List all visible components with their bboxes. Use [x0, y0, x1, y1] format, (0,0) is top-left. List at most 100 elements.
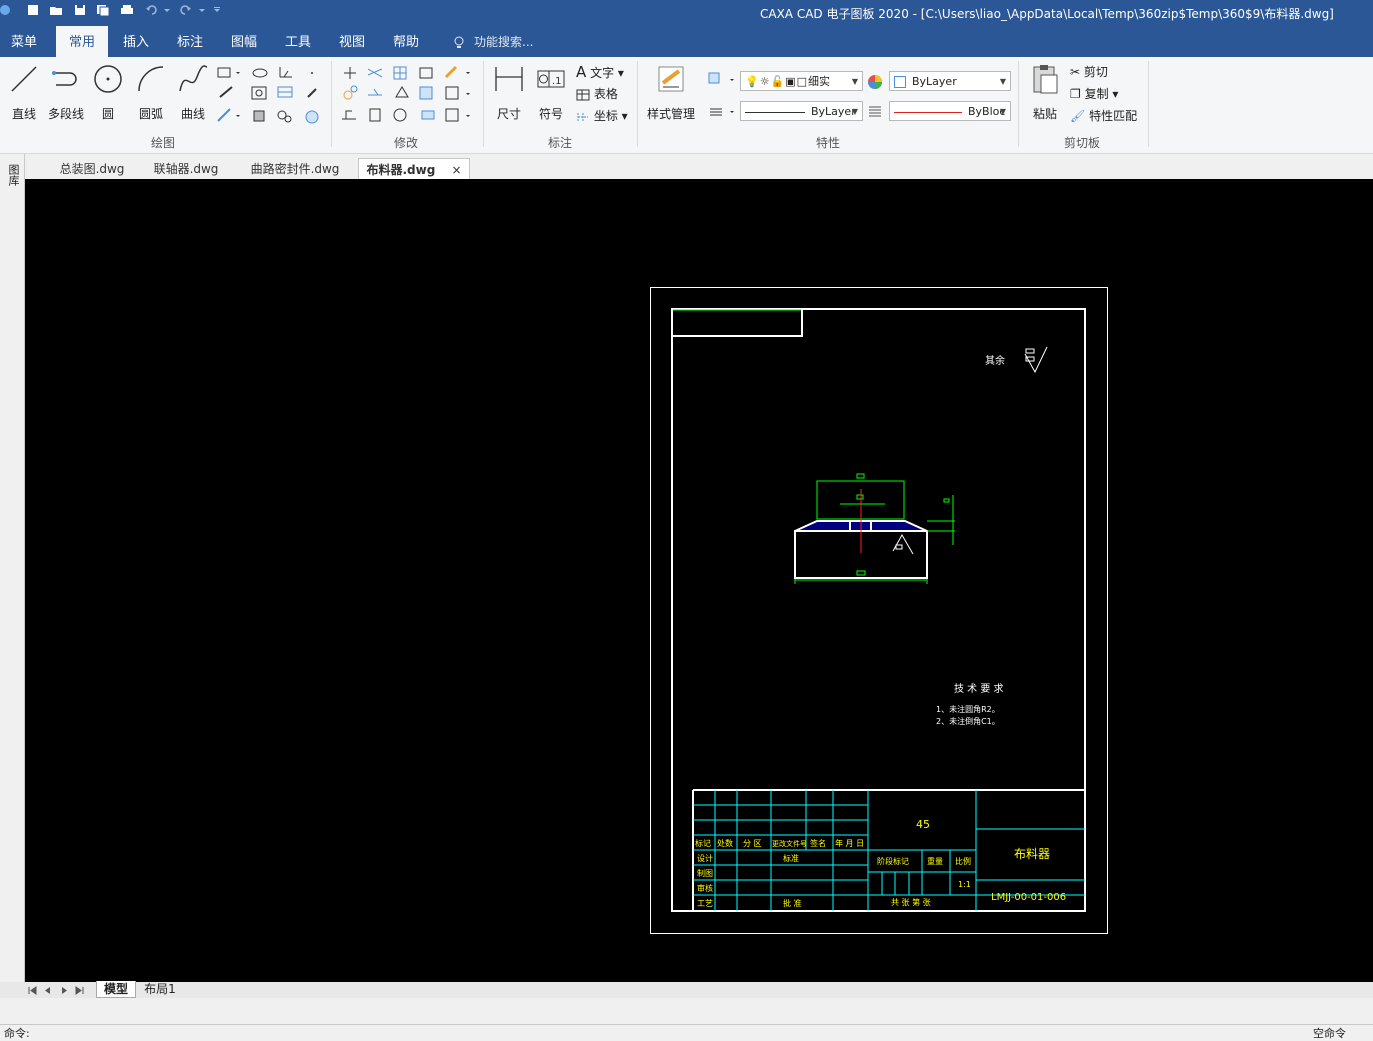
- draw-small-tools-icon[interactable]: [214, 65, 326, 129]
- copy-button[interactable]: ❐ 复制 ▾: [1070, 85, 1118, 102]
- line-button[interactable]: 直线: [6, 63, 42, 127]
- app-logo-icon[interactable]: [0, 4, 14, 16]
- arc-button[interactable]: 圆弧: [132, 63, 170, 127]
- chevron-down-icon: ▼: [999, 107, 1006, 116]
- open-file-icon[interactable]: [49, 4, 63, 16]
- tab-distributor-label: 布料器.dwg: [366, 163, 436, 177]
- header-count: 处数: [717, 838, 733, 848]
- menu-help[interactable]: 帮助: [393, 26, 419, 57]
- drawing-frame: [671, 308, 1086, 912]
- row-review: 审核: [697, 883, 713, 893]
- undo-dropdown-icon[interactable]: [163, 4, 171, 16]
- tab-model[interactable]: 模型: [96, 981, 136, 998]
- feature-search[interactable]: 功能搜索...: [452, 26, 533, 57]
- layer-name: 细实: [808, 75, 831, 88]
- curve-button[interactable]: 曲线: [174, 63, 212, 127]
- linetype-select[interactable]: ByLayer ▼: [740, 101, 863, 121]
- cut-button[interactable]: ✂ 剪切: [1070, 63, 1108, 80]
- menu-main[interactable]: 菜单: [11, 26, 37, 57]
- undo-icon[interactable]: [145, 4, 159, 16]
- redo-dropdown-icon[interactable]: [198, 4, 206, 16]
- separator: [1018, 61, 1019, 147]
- lineweight-select[interactable]: ByBloc ▼: [889, 101, 1011, 121]
- line-label: 直线: [11, 107, 36, 121]
- command-prompt[interactable]: 命令:: [4, 1025, 30, 1041]
- line-icon: [11, 66, 37, 92]
- standard-label: 标准: [783, 853, 799, 863]
- tech-requirements-title: 技 术 要 求: [954, 682, 1004, 695]
- tab-assembly[interactable]: 总装图.dwg: [46, 158, 138, 179]
- linetype-preview: [745, 111, 805, 113]
- dimension-button[interactable]: 尺寸: [490, 63, 528, 127]
- scale-value: 1:1: [958, 880, 971, 889]
- drawing-svg[interactable]: 其余 技 术 要 求 1、未注圆角R2。 2、未注倒角C1。 45 布料器 LM…: [25, 179, 1373, 982]
- symbol-button[interactable]: .1 符号: [532, 63, 570, 127]
- match-properties-button[interactable]: 🖌 特性匹配: [1070, 107, 1137, 124]
- part-drawing: [794, 473, 955, 584]
- header-date: 年 月 日: [835, 838, 864, 848]
- stage-mark-label: 阶段标记: [877, 856, 909, 866]
- polyline-button[interactable]: 多段线: [44, 63, 88, 127]
- table-label: 表格: [593, 87, 618, 101]
- menu-annotate[interactable]: 标注: [177, 26, 203, 57]
- save-all-icon[interactable]: [96, 4, 110, 16]
- menu-insert[interactable]: 插入: [123, 26, 149, 57]
- document-tab-bar: 总装图.dwg 联轴器.dwg 曲路密封件.dwg 布料器.dwg ×: [0, 154, 1373, 180]
- new-file-icon[interactable]: [26, 4, 40, 16]
- tab-distributor[interactable]: 布料器.dwg ×: [358, 158, 470, 179]
- modify-group-label: 修改: [394, 136, 419, 150]
- lineweight-icon[interactable]: [868, 105, 882, 117]
- color-wheel-icon[interactable]: [867, 74, 883, 90]
- tech-note-1: 1、未注圆角R2。: [936, 704, 1000, 714]
- paper-border: [650, 287, 1108, 934]
- symbol-label: 符号: [538, 107, 563, 121]
- color-select[interactable]: ByLayer ▼: [889, 71, 1011, 91]
- corner-box: [671, 308, 803, 337]
- tab-coupling[interactable]: 联轴器.dwg: [140, 158, 232, 179]
- layer-tools-icon[interactable]: [706, 71, 736, 121]
- customize-toolbar-icon[interactable]: [212, 4, 222, 16]
- dimension-label: 尺寸: [496, 107, 521, 121]
- tab-layout1[interactable]: 布局1: [138, 981, 182, 997]
- menu-sheet[interactable]: 图幅: [231, 26, 257, 57]
- paste-label: 粘贴: [1032, 107, 1057, 121]
- separator: [331, 61, 332, 147]
- print-icon[interactable]: [120, 4, 134, 16]
- save-icon[interactable]: [73, 4, 87, 16]
- redo-icon[interactable]: [178, 4, 192, 16]
- text-button[interactable]: A 文字 ▾: [576, 63, 624, 81]
- menu-view[interactable]: 视图: [339, 26, 365, 57]
- table-button[interactable]: 表格: [576, 85, 618, 102]
- match-properties-label: 特性匹配: [1089, 109, 1138, 123]
- circle-button[interactable]: 圆: [90, 63, 126, 127]
- chevron-down-icon: ▼: [851, 107, 858, 116]
- color-swatch-icon: [894, 76, 906, 88]
- arc-icon: [138, 66, 164, 92]
- polyline-icon: [52, 71, 77, 86]
- library-panel-strip[interactable]: 图库: [0, 154, 25, 982]
- layout-nav-icons[interactable]: [28, 986, 86, 995]
- drawing-number-value: LMJJ-00-01-006: [991, 892, 1066, 903]
- chevron-down-icon: ▼: [851, 77, 858, 86]
- chevron-down-icon: ▼: [999, 77, 1006, 86]
- paste-button[interactable]: 粘贴: [1026, 63, 1064, 127]
- copy-icon: ❐: [1070, 87, 1081, 101]
- separator: [637, 61, 638, 147]
- menu-home[interactable]: 常用: [56, 26, 108, 57]
- modify-tools-icon[interactable]: [338, 65, 478, 129]
- title-bar: CAXA CAD 电子图板 2020 - [C:\Users\liao_\App…: [0, 0, 1373, 26]
- menu-tools[interactable]: 工具: [285, 26, 311, 57]
- drawing-canvas[interactable]: 其余 技 术 要 求 1、未注圆角R2。 2、未注倒角C1。 45 布料器 LM…: [25, 179, 1373, 982]
- row-design: 设计: [697, 853, 713, 863]
- style-manager-icon: [658, 66, 684, 92]
- tech-note-2: 2、未注倒角C1。: [936, 716, 1000, 726]
- layer-select[interactable]: 💡☼🔓▣□细实 ▼: [740, 71, 863, 91]
- close-icon[interactable]: ×: [451, 163, 461, 177]
- menu-bar: 菜单 常用 插入 标注 图幅 工具 视图 帮助 功能搜索...: [0, 26, 1373, 57]
- tab-seal[interactable]: 曲路密封件.dwg: [234, 158, 356, 179]
- brush-icon: 🖌: [1070, 109, 1086, 123]
- coordinate-button[interactable]: 坐标 ▾: [576, 107, 628, 124]
- roughness-symbol-icon: [1024, 346, 1048, 374]
- sheets-label: 共 张 第 张: [891, 897, 931, 907]
- style-manager-button[interactable]: 样式管理: [642, 63, 700, 127]
